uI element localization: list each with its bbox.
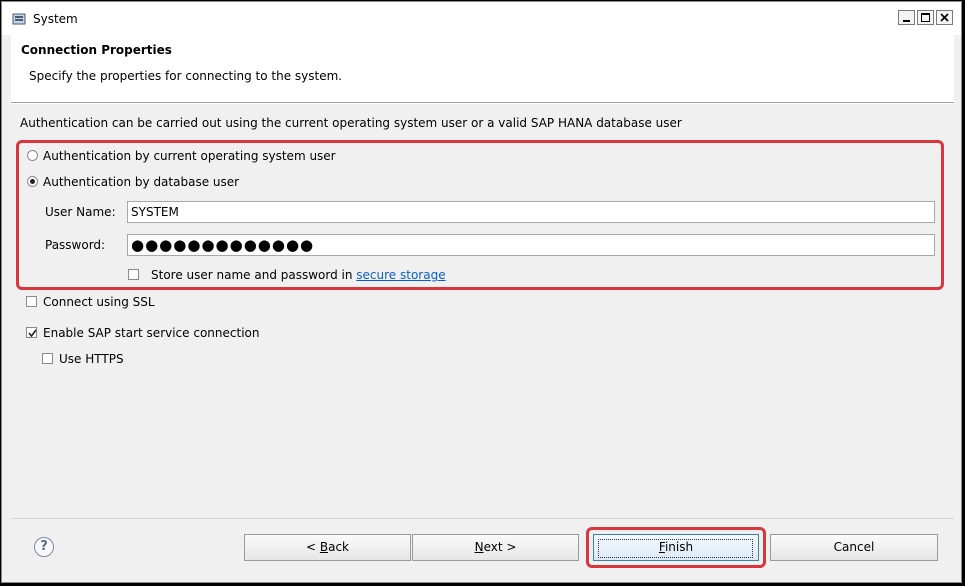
next-button[interactable]: Next >	[412, 534, 579, 561]
radio-db-user-label[interactable]: Authentication by database user	[43, 175, 239, 189]
back-mnemonic: B	[319, 540, 329, 554]
system-app-icon	[12, 12, 26, 26]
page-title: Connection Properties	[21, 43, 172, 57]
page-description: Specify the properties for connecting to…	[29, 69, 343, 83]
help-icon[interactable]: ?	[34, 537, 54, 557]
close-button[interactable]	[936, 10, 953, 25]
intro-text: Authentication can be carried out using …	[20, 116, 682, 130]
title-bar: System	[2, 2, 961, 35]
radio-os-user-label[interactable]: Authentication by current operating syst…	[43, 149, 336, 163]
password-field[interactable]: ●●●●●●●●●●●●●	[127, 234, 935, 256]
store-credentials-label: Store user name and password in secure s…	[151, 268, 446, 282]
maximize-button[interactable]	[917, 10, 934, 25]
https-checkbox[interactable]	[42, 353, 53, 364]
start-service-label[interactable]: Enable SAP start service connection	[43, 326, 259, 340]
password-label: Password:	[45, 238, 106, 252]
header-divider-highlight	[11, 103, 954, 104]
window-title: System	[33, 12, 78, 26]
https-label[interactable]: Use HTTPS	[59, 352, 124, 366]
start-service-checkbox[interactable]	[26, 327, 37, 338]
cancel-button[interactable]: Cancel	[770, 534, 938, 561]
user-name-field[interactable]: SYSTEM	[127, 201, 935, 223]
user-name-label: User Name:	[45, 205, 116, 219]
footer-divider	[11, 518, 954, 519]
back-button[interactable]: < Back	[244, 534, 411, 561]
next-mnemonic: N	[474, 540, 484, 554]
finish-focus-ring	[598, 539, 753, 558]
radio-os-user[interactable]	[27, 150, 38, 161]
next-label: ext >	[483, 540, 517, 554]
secure-storage-link[interactable]: secure storage	[356, 268, 445, 282]
ssl-checkbox[interactable]	[26, 296, 37, 307]
minimize-button[interactable]	[898, 10, 915, 25]
store-credentials-checkbox[interactable]	[128, 269, 139, 280]
back-label: ack	[328, 540, 349, 554]
ssl-label[interactable]: Connect using SSL	[43, 295, 155, 309]
store-credentials-text: Store user name and password in	[151, 268, 357, 282]
checkmark-icon	[28, 329, 37, 338]
radio-db-user[interactable]	[27, 176, 38, 187]
wizard-header: Connection Properties Specify the proper…	[11, 35, 954, 102]
dialog-window: System Connection Properties Specify the…	[1, 1, 962, 583]
